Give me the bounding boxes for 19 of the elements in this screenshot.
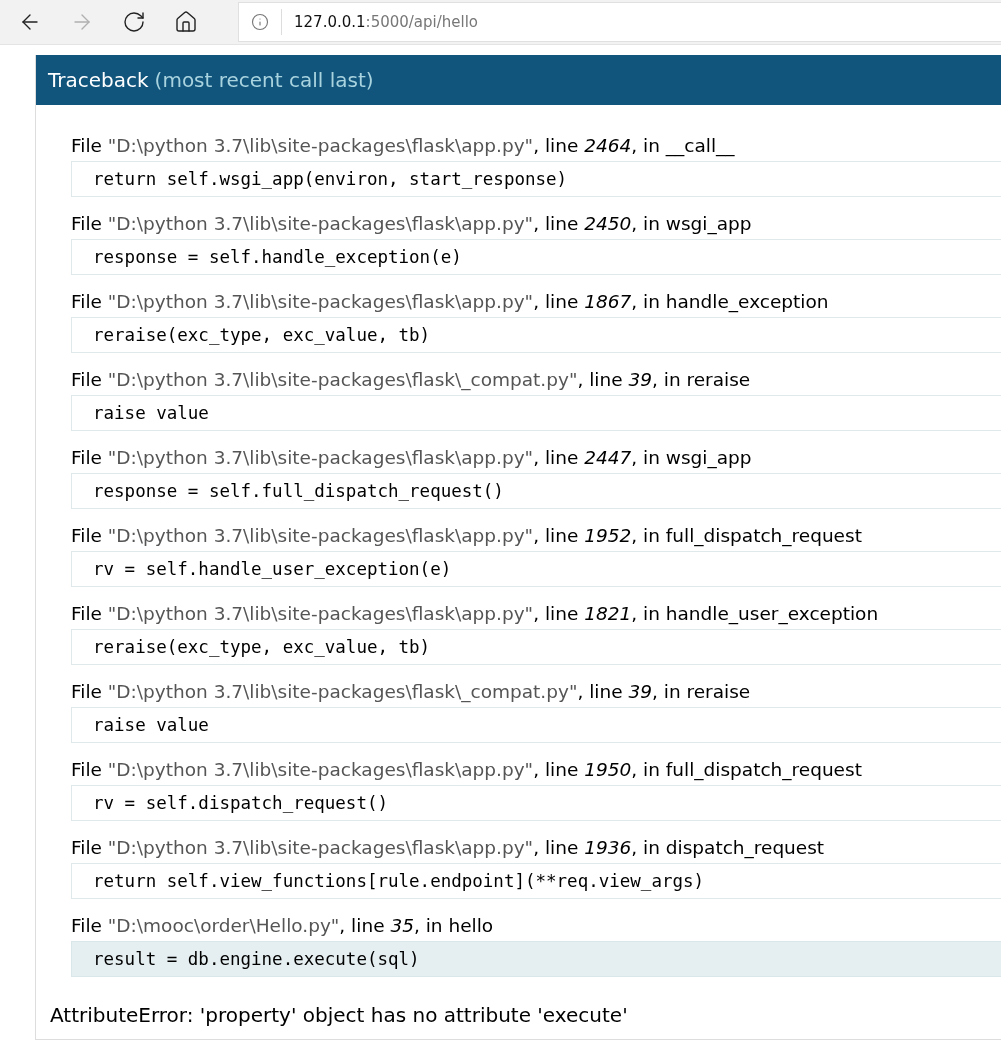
traceback-subtitle: (most recent call last)	[154, 68, 374, 92]
reload-icon	[122, 10, 146, 34]
info-icon	[251, 13, 269, 31]
home-icon	[174, 10, 198, 34]
frame-location: File "D:\python 3.7\lib\site-packages\flask\app.py", line 1950, in full_dispatch_request	[71, 758, 863, 783]
frame-location: File "D:\python 3.7\lib\site-packages\flask\app.py", line 1867, in handle_exception	[71, 290, 830, 315]
traceback-title: Traceback	[48, 68, 149, 92]
frame-location: File "D:\mooc\order\Hello.py", line 35, in hello	[71, 914, 495, 938]
address-bar[interactable]: 127.0.0.1:5000/api/hello	[238, 2, 1001, 42]
frame-location: File "D:\python 3.7\lib\site-packages\flask\app.py", line 1936, in dispatch_request	[71, 836, 826, 861]
url-text: 127.0.0.1:5000/api/hello	[294, 13, 479, 31]
frame-location: File "D:\python 3.7\lib\site-packages\flask\app.py", line 1821, in handle_user_exception	[71, 602, 880, 627]
frame-location: File "D:\python 3.7\lib\site-packages\flask\_compat.py", line 39, in reraise	[71, 368, 752, 393]
frame-location: File "D:\python 3.7\lib\site-packages\flask\app.py", line 1952, in full_dispatch_request	[71, 524, 863, 549]
frame-location: File "D:\python 3.7\lib\site-packages\flask\_compat.py", line 39, in reraise	[71, 680, 752, 705]
error-message: AttributeError: 'property' object has no attribute 'execute'	[49, 1002, 629, 1027]
frame-location: File "D:\python 3.7\lib\site-packages\flask\app.py", line 2464, in __call__	[71, 134, 736, 159]
frame-location: File "D:\python 3.7\lib\site-packages\flask\app.py", line 2450, in wsgi_app	[71, 212, 753, 237]
frame-location: File "D:\python 3.7\lib\site-packages\flask\app.py", line 2447, in wsgi_app	[71, 446, 753, 471]
